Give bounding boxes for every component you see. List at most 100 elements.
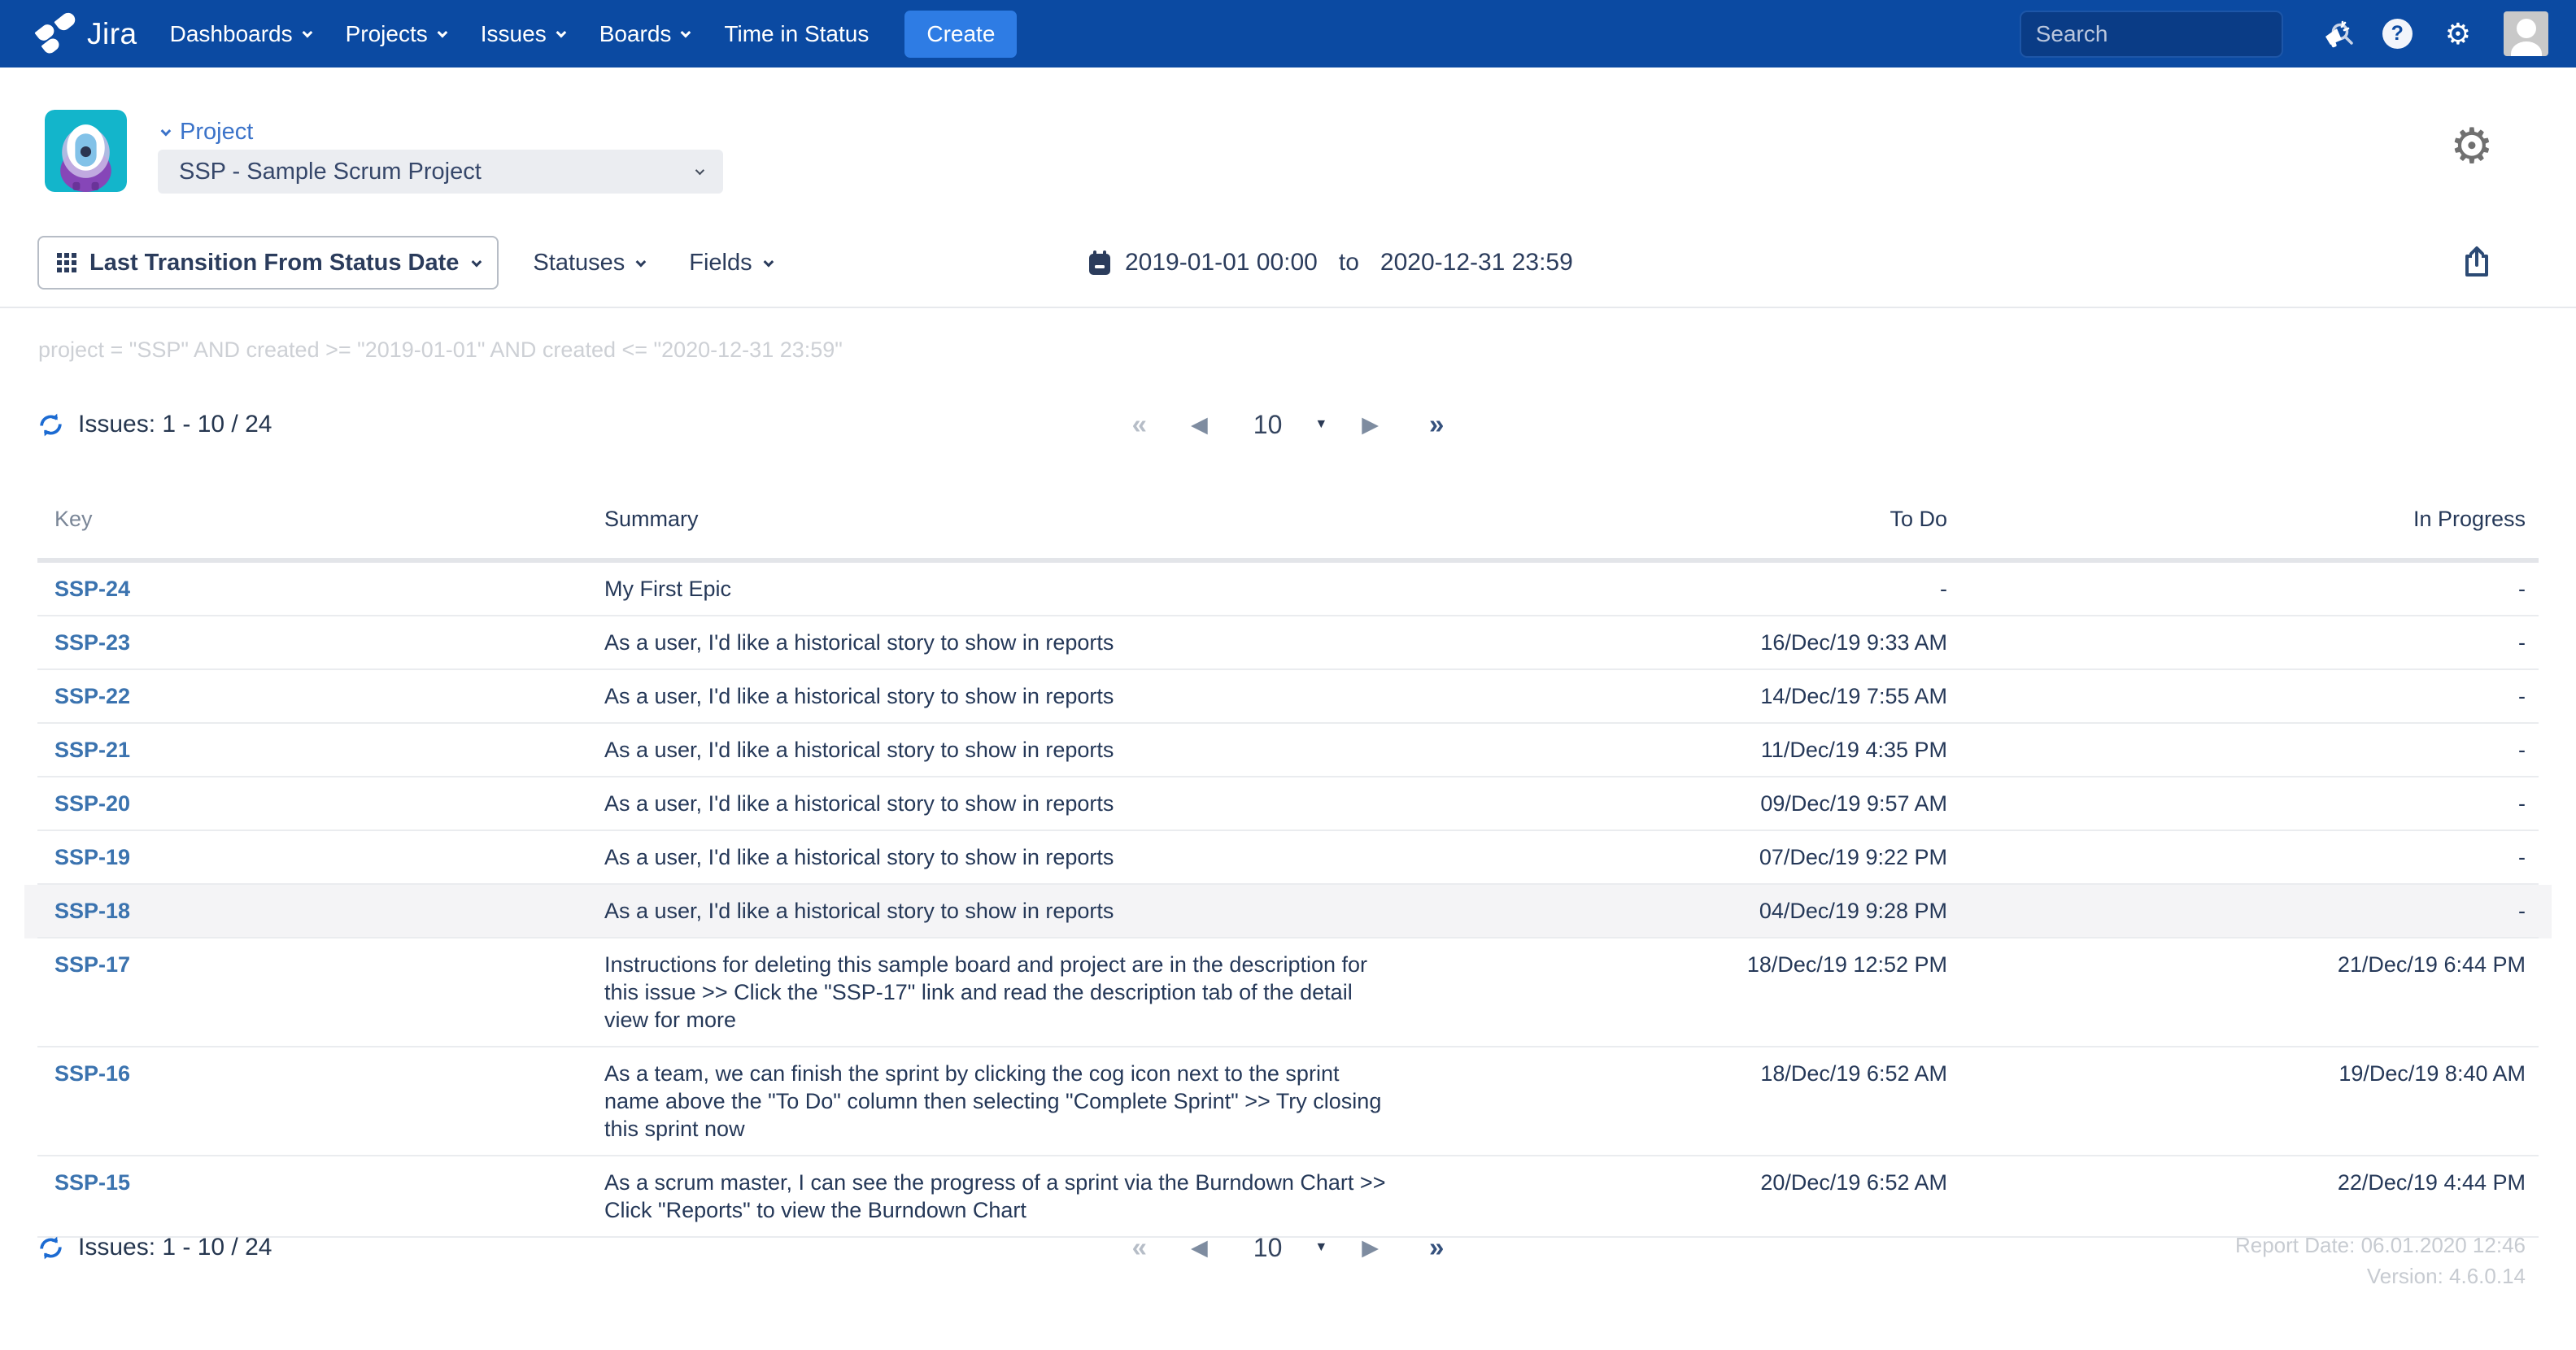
todo-value-cell: 11/Dec/19 4:35 PM [1553,724,1960,776]
issue-key-cell: SSP-20 [37,777,604,830]
project-select[interactable]: SSP - Sample Scrum Project [158,150,723,194]
nav-item-label: Issues [481,21,547,47]
issue-key-link[interactable]: SSP-24 [54,577,130,601]
issue-key-link[interactable]: SSP-20 [54,791,130,816]
issue-key-cell: SSP-16 [37,1047,604,1155]
issue-key-link[interactable]: SSP-16 [54,1061,130,1086]
search-box[interactable] [2020,11,2283,58]
issues-count-label: Issues: 1 - 10 / 24 [78,411,272,438]
date-to-value[interactable]: 2020-12-31 23:59 [1380,249,1573,277]
issue-key-link[interactable]: SSP-22 [54,684,130,708]
inprogress-value-cell: 21/Dec/19 6:44 PM [1960,938,2539,1046]
issue-key-link[interactable]: SSP-23 [54,630,130,655]
section-divider [0,307,2576,308]
pagination-prev-icon[interactable]: ◀ [1191,1235,1208,1261]
table-row: SSP-21 As a user, I'd like a historical … [37,724,2539,777]
export-icon[interactable] [2462,246,2491,278]
pagination-last-icon[interactable]: » [1429,1232,1444,1263]
column-header-todo[interactable]: To Do [1553,493,1960,545]
statuses-label: Statuses [533,250,625,277]
issue-key-link[interactable]: SSP-15 [54,1170,130,1195]
table-row: SSP-24 My First Epic - - [37,563,2539,616]
nav-item-label: Projects [346,21,428,47]
avatar-head [2517,19,2536,38]
issue-key-cell: SSP-22 [37,670,604,722]
chevron-down-icon [472,256,482,267]
issue-key-cell: SSP-23 [37,616,604,668]
todo-value-cell: 18/Dec/19 6:52 AM [1553,1047,1960,1155]
project-avatar [45,110,127,192]
calendar-icon [1087,250,1112,277]
nav-item-boards[interactable]: Boards [599,21,689,47]
search-input[interactable] [2036,21,2330,47]
issue-summary-text: As a user, I'd like a historical story t… [604,629,1397,656]
project-section-toggle[interactable]: Project [161,119,253,146]
nav-item-label: Dashboards [170,21,293,47]
report-settings-gear-icon[interactable]: ⚙ [2450,122,2494,171]
navbar-right: ? ⚙ [2020,11,2548,58]
inprogress-value-cell: - [1960,885,2539,937]
issue-summary-text: As a scrum master, I can see the progres… [604,1169,1397,1224]
pagination-prev-icon[interactable]: ◀ [1191,412,1208,438]
column-header-summary[interactable]: Summary [604,493,1553,545]
issue-key-link[interactable]: SSP-19 [54,845,130,869]
refresh-icon[interactable] [37,412,64,438]
table-row: SSP-20 As a user, I'd like a historical … [37,777,2539,831]
page-size-caret-icon[interactable]: ▼ [1314,417,1327,432]
issue-summary-text: Instructions for deleting this sample bo… [604,951,1397,1034]
project-section-label: Project [180,119,253,146]
issue-summary-cell: As a team, we can finish the sprint by c… [604,1047,1553,1155]
inprogress-value-cell: - [1960,616,2539,668]
chevron-down-icon [437,28,447,38]
issue-summary-cell: As a user, I'd like a historical story t… [604,885,1553,937]
date-range-picker[interactable]: 2019-01-01 00:00 to 2020-12-31 23:59 [1087,235,1573,290]
jira-logo[interactable]: Jira [37,13,137,55]
report-type-dropdown[interactable]: Last Transition From Status Date [37,236,499,290]
fields-dropdown[interactable]: Fields [689,250,770,277]
statuses-dropdown[interactable]: Statuses [533,250,643,277]
jql-query-text: project = "SSP" AND created >= "2019-01-… [38,338,843,363]
nav-item-issues[interactable]: Issues [481,21,564,47]
inprogress-value-cell: - [1960,563,2539,615]
page-size-caret-icon[interactable]: ▼ [1314,1240,1327,1255]
date-from-value[interactable]: 2019-01-01 00:00 [1125,249,1318,277]
issue-summary-cell: As a user, I'd like a historical story t… [604,777,1553,830]
fields-label: Fields [689,250,752,277]
issue-key-link[interactable]: SSP-21 [54,738,130,762]
pagination-first-icon[interactable]: « [1132,1232,1147,1263]
pagination-last-icon[interactable]: » [1429,409,1444,440]
page-size-value[interactable]: 10 [1253,410,1283,440]
help-icon[interactable]: ? [2382,19,2413,49]
nav-item-dashboards[interactable]: Dashboards [170,21,310,47]
nav-item-projects[interactable]: Projects [346,21,445,47]
column-header-key[interactable]: Key [37,493,604,545]
issues-toolbar-top: Issues: 1 - 10 / 24 « ◀ 10 ▼ ▶ » [0,398,2576,451]
top-navbar: Jira Dashboards Projects Issues Boards T… [0,0,2576,68]
issue-key-link[interactable]: SSP-17 [54,952,130,977]
todo-value-cell: - [1553,563,1960,615]
issue-summary-cell: As a user, I'd like a historical story t… [604,831,1553,883]
table-body: SSP-24 My First Epic - - SSP-23 As a use… [37,563,2539,1238]
pagination-first-icon[interactable]: « [1132,409,1147,440]
chevron-down-icon [695,166,704,175]
page-size-value[interactable]: 10 [1253,1233,1283,1263]
table-row: SSP-22 As a user, I'd like a historical … [37,670,2539,724]
avatar-body [2511,41,2542,56]
pagination-next-icon[interactable]: ▶ [1362,412,1379,438]
user-avatar[interactable] [2504,11,2548,56]
issues-table: Key Summary To Do In Progress SSP-24 My … [37,493,2539,1238]
issue-summary-cell: As a user, I'd like a historical story t… [604,616,1553,668]
issue-summary-text: As a user, I'd like a historical story t… [604,736,1397,764]
create-button[interactable]: Create [904,11,1017,58]
column-header-inprogress[interactable]: In Progress [1960,493,2539,545]
refresh-icon[interactable] [37,1235,64,1261]
settings-gear-icon[interactable]: ⚙ [2445,20,2471,49]
nav-item-time-in-status[interactable]: Time in Status [724,21,869,47]
pagination-next-icon[interactable]: ▶ [1362,1235,1379,1261]
report-version: Version: 4.6.0.14 [2235,1261,2526,1291]
issue-summary-text: As a user, I'd like a historical story t… [604,897,1397,925]
issue-key-cell: SSP-18 [37,885,604,937]
report-type-label: Last Transition From Status Date [89,250,459,277]
announcement-icon[interactable] [2321,20,2350,48]
issue-key-link[interactable]: SSP-18 [54,899,130,923]
